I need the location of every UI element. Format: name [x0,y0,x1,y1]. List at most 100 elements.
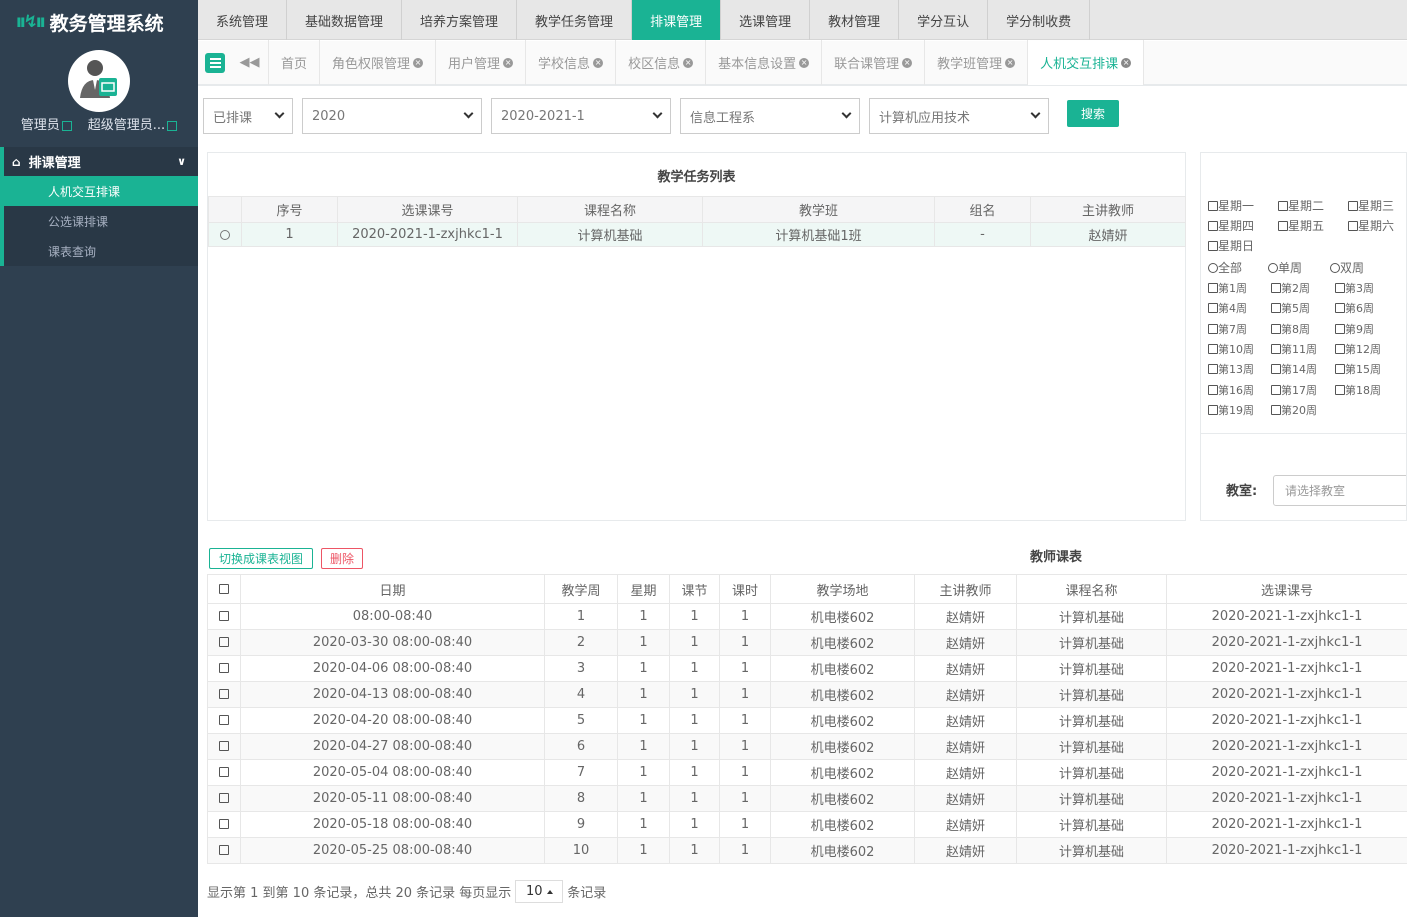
checkbox-icon[interactable] [1208,384,1218,395]
week-checkbox[interactable]: 第14周 [1271,361,1317,377]
week-checkbox[interactable]: 第17周 [1271,382,1317,398]
radio-icon[interactable] [1330,263,1340,273]
weekday-checkbox[interactable]: 星期一 [1208,197,1254,214]
checkbox-icon[interactable] [1348,221,1358,231]
tab-item[interactable]: 校区信息 × [616,40,707,85]
close-icon[interactable]: × [413,57,424,68]
checkbox-icon[interactable] [219,819,229,829]
delete-button[interactable]: 删除 [321,548,363,569]
dropdown-icon[interactable] [61,120,72,131]
checkbox-icon[interactable] [1271,283,1281,293]
checkbox-icon[interactable] [219,741,229,751]
close-icon[interactable]: × [1121,57,1132,68]
week-checkbox[interactable]: 第4周 [1208,300,1247,316]
week-checkbox[interactable]: 第19周 [1208,402,1254,418]
table-row[interactable]: 2020-05-18 08:00-08:40 9 1 1 1 机电楼602 赵婧妍 计算机基础… [207,811,1407,838]
user-name[interactable]: 超级管理员... [88,114,178,133]
department-select[interactable]: 信息工程系 [680,98,860,134]
checkbox-icon[interactable] [1271,343,1281,354]
week-checkbox[interactable]: 第20周 [1271,402,1317,418]
close-icon[interactable]: × [683,57,694,68]
top-menu-item[interactable]: 系统管理 [198,0,288,40]
sidebar-section-schedule[interactable]: ⌂ 排课管理 ∨ [0,147,198,176]
tab-prev-icon[interactable]: ◀◀ [231,40,269,85]
top-menu-item[interactable]: 基础数据管理 [287,0,403,40]
row-checkbox-cell[interactable] [207,811,241,838]
radio-icon[interactable] [1268,263,1278,273]
checkbox-icon[interactable] [1208,221,1218,231]
checkbox-icon[interactable] [1208,323,1218,334]
tab-item[interactable]: 联合课管理 × [822,40,926,85]
row-checkbox-cell[interactable] [207,759,241,786]
user-role[interactable]: 管理员 [21,114,72,133]
checkbox-icon[interactable] [219,637,229,647]
checkbox-icon[interactable] [219,663,229,673]
classroom-select[interactable]: 请选择教室 [1273,475,1406,506]
week-checkbox[interactable]: 第15周 [1335,361,1381,377]
tab-item[interactable]: 角色权限管理 × [320,40,437,85]
checkbox-icon[interactable] [1208,343,1218,354]
row-checkbox-cell[interactable] [207,681,241,708]
row-checkbox-cell[interactable] [207,707,241,734]
top-menu-item[interactable]: 学分制收费 [988,0,1091,40]
weekday-checkbox[interactable]: 星期五 [1278,217,1324,234]
tab-item[interactable]: 人机交互排课 × [1028,40,1145,85]
checkbox-icon[interactable] [1335,364,1345,375]
weekday-checkbox[interactable]: 星期四 [1208,217,1254,234]
table-row[interactable]: 2020-05-11 08:00-08:40 8 1 1 1 机电楼602 赵婧妍 计算机基础… [207,785,1407,812]
year-select[interactable]: 2020 [302,98,482,134]
checkbox-icon[interactable] [1348,201,1358,211]
weekday-checkbox[interactable]: 星期日 [1208,237,1254,254]
checkbox-icon[interactable] [219,715,229,725]
weekday-checkbox[interactable]: 星期二 [1278,197,1324,214]
week-type-radio[interactable]: 单周 [1268,259,1302,276]
row-checkbox-cell[interactable] [207,733,241,760]
edit-icon[interactable] [167,120,178,131]
close-icon[interactable]: × [902,57,913,68]
checkbox-icon[interactable] [1208,404,1218,415]
close-icon[interactable]: × [593,57,604,68]
search-button[interactable]: 搜索 [1067,100,1119,127]
top-menu-item[interactable]: 学分互认 [899,0,989,40]
top-menu-item[interactable]: 教材管理 [810,0,900,40]
table-row[interactable]: 2020-05-04 08:00-08:40 7 1 1 1 机电楼602 赵婧妍 计算机基础… [207,759,1407,786]
table-row[interactable]: 2020-04-06 08:00-08:40 3 1 1 1 机电楼602 赵婧妍 计算机基础… [207,655,1407,682]
row-checkbox-cell[interactable] [207,655,241,682]
week-checkbox[interactable]: 第8周 [1271,321,1310,337]
week-type-radio[interactable]: 双周 [1330,259,1364,276]
week-checkbox[interactable]: 第9周 [1335,321,1374,337]
checkbox-icon[interactable] [1278,221,1288,231]
weekday-checkbox[interactable]: 星期六 [1348,217,1394,234]
table-row[interactable]: 2020-05-25 08:00-08:40 10 1 1 1 机电楼602 赵婧妍 计算机基… [207,837,1407,864]
switch-view-button[interactable]: 切换成课表视图 [209,548,313,569]
checkbox-icon[interactable] [1335,283,1345,293]
week-checkbox[interactable]: 第1周 [1208,280,1247,296]
status-select[interactable]: 已排课 [203,98,293,134]
table-row[interactable]: 2020-03-30 08:00-08:40 2 1 1 1 机电楼602 赵婧妍 计算机基础… [207,629,1407,656]
checkbox-icon[interactable] [1208,201,1218,211]
row-checkbox-cell[interactable] [207,785,241,812]
checkbox-icon[interactable] [1335,384,1345,395]
row-checkbox-cell[interactable] [207,629,241,656]
checkbox-icon[interactable] [1208,303,1218,314]
table-row[interactable]: 1 2020-2021-1-zxjhkc1-1 计算机基础 计算机基础1班 - 赵婧妍 [208,222,1186,247]
sidebar-item-timetable-query[interactable]: 课表查询 [0,236,198,266]
week-checkbox[interactable]: 第13周 [1208,361,1254,377]
checkbox-icon[interactable] [1335,343,1345,354]
tab-item[interactable]: 教学班管理 × [925,40,1029,85]
top-menu-item[interactable]: 排课管理 [632,0,722,40]
week-checkbox[interactable]: 第5周 [1271,300,1310,316]
table-row[interactable]: 2020-04-20 08:00-08:40 5 1 1 1 机电楼602 赵婧妍 计算机基础… [207,707,1407,734]
row-checkbox-cell[interactable] [207,603,241,630]
term-select[interactable]: 2020-2021-1 [491,98,671,134]
checkbox-icon[interactable] [1278,201,1288,211]
tab-item[interactable]: 基本信息设置 × [706,40,823,85]
checkbox-icon[interactable] [219,845,229,855]
checkbox-icon[interactable] [1271,303,1281,314]
radio-icon[interactable] [220,229,230,240]
checkbox-icon[interactable] [1271,404,1281,415]
sidebar-item-elective-schedule[interactable]: 公选课排课 [0,206,198,236]
week-checkbox[interactable]: 第11周 [1271,341,1317,357]
week-checkbox[interactable]: 第12周 [1335,341,1381,357]
table-row[interactable]: 2020-04-13 08:00-08:40 4 1 1 1 机电楼602 赵婧妍 计算机基础… [207,681,1407,708]
